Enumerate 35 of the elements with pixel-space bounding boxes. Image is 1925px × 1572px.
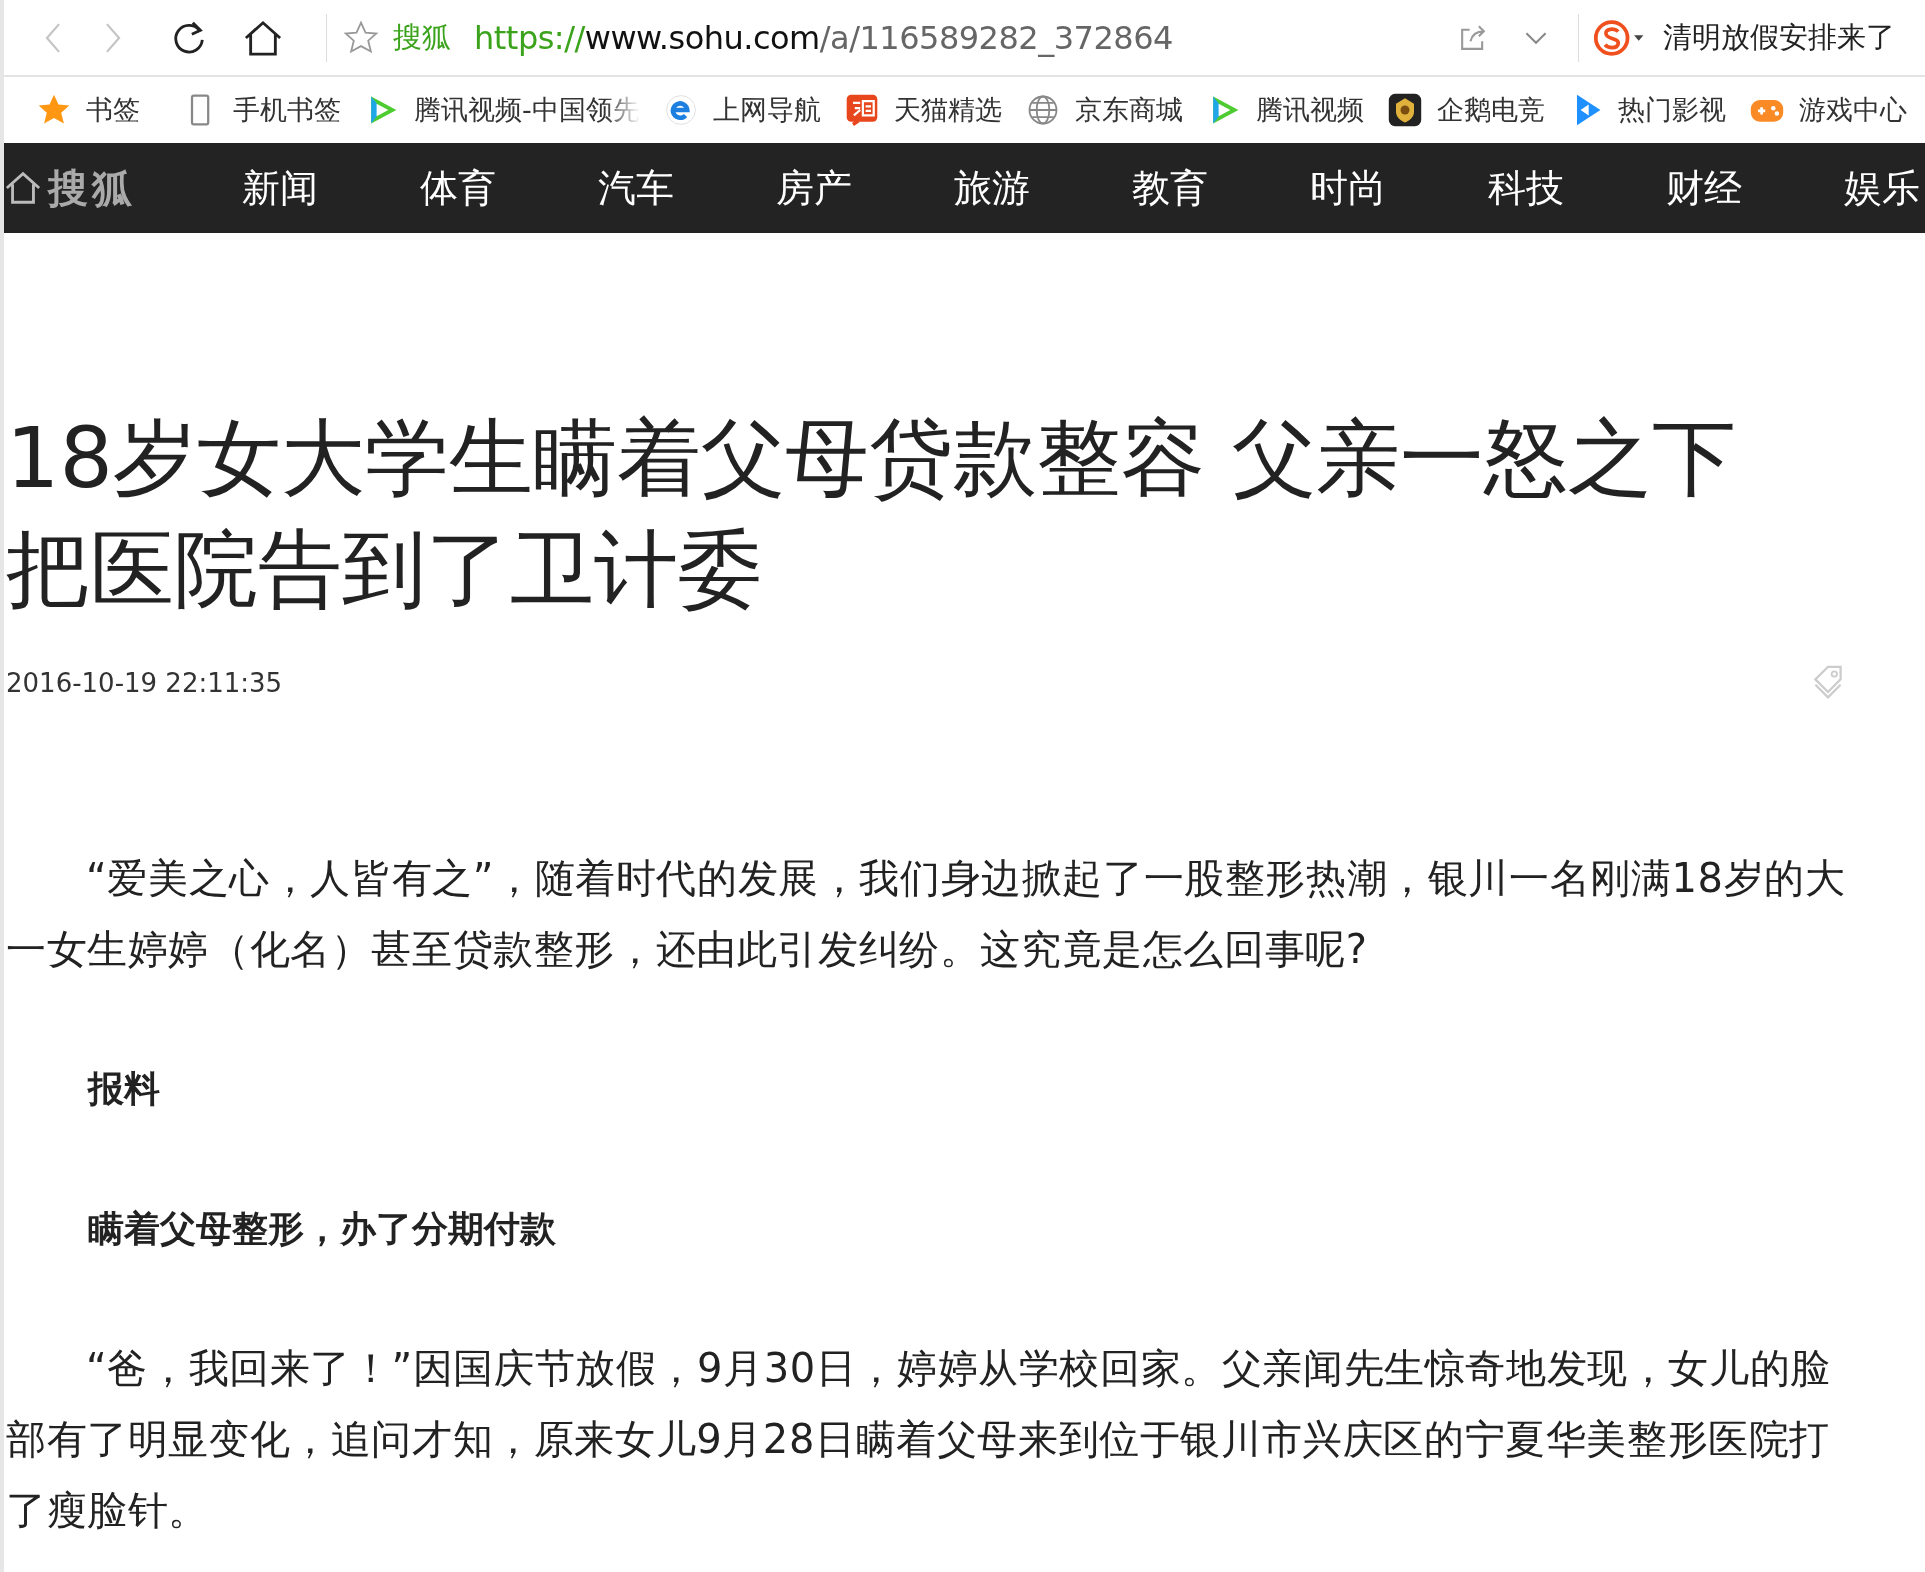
shield-icon [1386, 92, 1423, 128]
bookmark-item[interactable]: 企鹅电竞 [1386, 92, 1545, 128]
home-icon [4, 169, 42, 207]
nav-link[interactable]: 科技 [1488, 162, 1666, 214]
nav-link[interactable]: 旅游 [954, 162, 1132, 214]
bookmark-item[interactable]: 热门影视 [1567, 92, 1726, 128]
nav-link[interactable]: 房产 [776, 162, 954, 214]
home-button[interactable] [242, 18, 284, 57]
publish-date: 2016-10-19 22:11:35 [6, 668, 283, 698]
bookmark-item[interactable]: 手机书签 [183, 92, 341, 128]
bookmark-item[interactable]: 上网导航 [662, 92, 821, 128]
star-icon[interactable] [343, 19, 379, 56]
article-title: 18岁女大学生瞒着父母贷款整容 父亲一怒之下把医院告到了卫计委 [6, 408, 1737, 620]
bookmark-item[interactable]: 游戏中心 [1748, 92, 1907, 128]
nav-link[interactable]: 娱乐 [1844, 162, 1925, 214]
nav-link[interactable]: 体育 [420, 162, 598, 214]
bookmark-item[interactable]: 腾讯视频-中国领先 [364, 92, 640, 128]
site-logo[interactable]: 搜狐 [4, 160, 136, 216]
site-label: 搜狐 [393, 18, 450, 56]
search-field[interactable]: 清明放假安排来了 [1663, 17, 1895, 58]
bookmark-item[interactable]: 天猫精选 [843, 92, 1002, 128]
nav-link[interactable]: 时尚 [1310, 162, 1488, 214]
bookmark-item[interactable]: 京东商城 [1024, 92, 1183, 128]
nav-link[interactable]: 汽车 [598, 162, 776, 214]
nav-link[interactable]: 教育 [1132, 162, 1310, 214]
url-text[interactable]: https://www.sohu.com/a/116589282_372864 [474, 18, 1173, 57]
paragraph: “爱美之心，人皆有之”，随着时代的发展，我们身边掀起了一股整形热潮，银川一名刚满18岁的大一女生婷婷（化名）甚至贷款整形，还由此引发纠纷。这究竟是怎么回事呢? [6, 854, 1846, 974]
bookmark-item[interactable]: 书签 [36, 92, 140, 128]
nav-link[interactable]: 新闻 [242, 162, 420, 214]
home-icon [242, 18, 284, 57]
bookmark-item[interactable]: 腾讯视频 [1205, 92, 1364, 128]
section-heading: 瞒着父母整形，办了分期付款 [87, 1207, 557, 1251]
section-heading: 报料 [86, 1067, 161, 1111]
nav-link[interactable]: 财经 [1666, 162, 1844, 214]
paragraph: “爸，我回来了！”因国庆节放假，9月30日，婷婷从学校回家。父亲闻先生惊奇地发现，女儿的脸部有了明显变化，追问才知，原来女儿9月28日瞒着父母来到位于银川市兴庆区的宁夏华美整形医院打了瘦脸针。 [6, 1344, 1832, 1535]
